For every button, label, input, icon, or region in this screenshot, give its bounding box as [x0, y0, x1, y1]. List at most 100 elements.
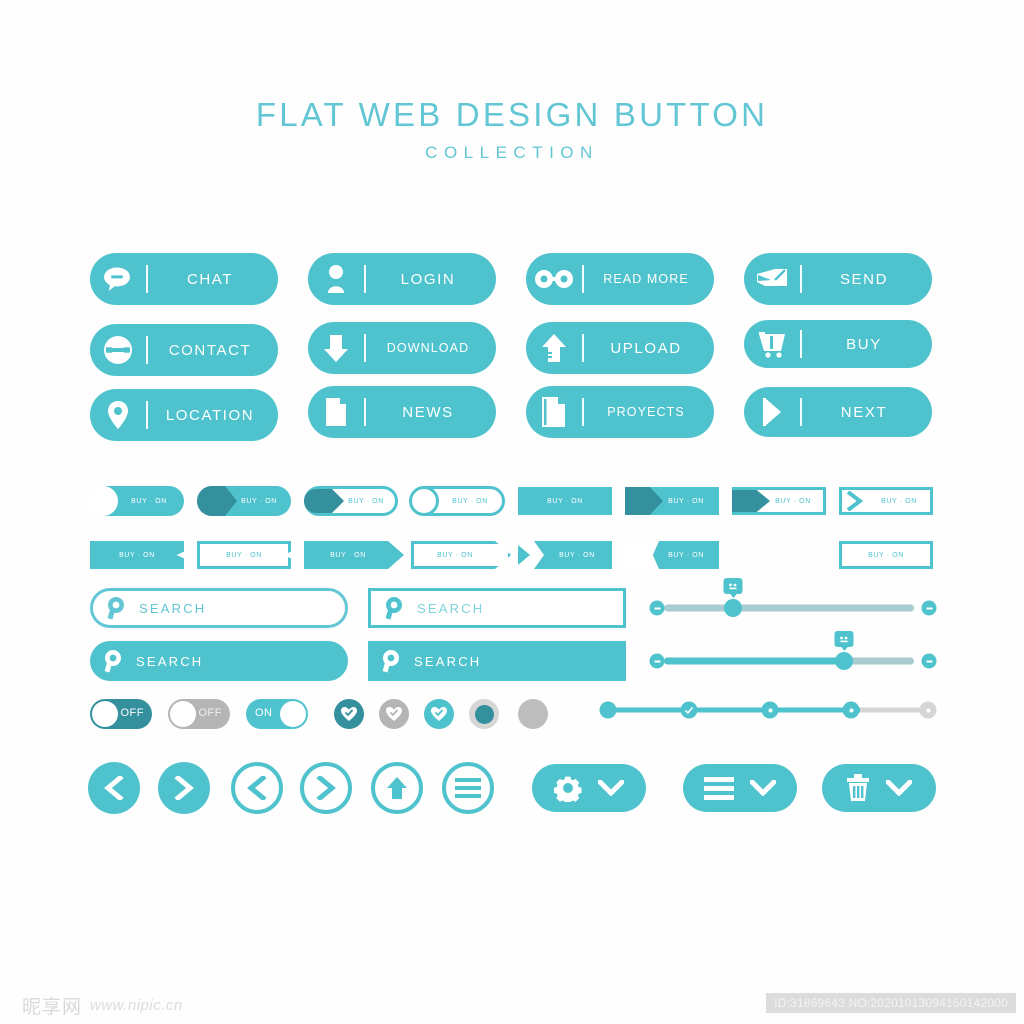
search-input-rounded-outline[interactable]: SEARCH: [90, 588, 348, 628]
chip-label: BUY · ON: [668, 497, 704, 505]
chip-label: BUY · ON: [241, 497, 277, 505]
toggle-off-gray[interactable]: OFF: [168, 699, 230, 729]
arrow-up-icon: [387, 777, 407, 799]
button-location[interactable]: LOCATION: [90, 389, 278, 441]
chevron-right-icon: [846, 491, 864, 511]
chip-rect-inner-white[interactable]: BUY · ON: [839, 541, 933, 569]
chip-rect-arrow-filled[interactable]: BUY · ON: [625, 487, 719, 515]
delete-dropdown-button[interactable]: [822, 764, 936, 812]
chip-rect-arrow-outline[interactable]: BUY · ON: [732, 487, 826, 515]
button-download[interactable]: DOWNLOAD: [308, 322, 496, 374]
watermark-logo-text: 昵享网: [22, 996, 83, 1018]
button-next[interactable]: NEXT: [744, 387, 932, 437]
arrow-down-icon: [308, 322, 364, 374]
stepper-node-4[interactable]: [842, 701, 860, 719]
search-icon: [368, 649, 414, 673]
divider: [800, 330, 802, 358]
map-pin-icon: [90, 389, 146, 441]
prev-button-filled[interactable]: [88, 762, 140, 814]
button-news[interactable]: NEWS: [308, 386, 496, 438]
trash-icon: [847, 774, 869, 801]
button-upload[interactable]: UPLOAD: [526, 322, 714, 374]
toggle-knob: [92, 701, 118, 727]
button-proyects[interactable]: PROYECTS: [526, 386, 714, 438]
chip-rect-notch-outline[interactable]: BUY · ON: [197, 541, 291, 569]
chevron-right-icon: [518, 541, 544, 569]
slider-filled[interactable]: [648, 631, 938, 677]
radio-unselected-gray[interactable]: [518, 699, 548, 729]
search-input-square-outline[interactable]: SEARCH: [368, 588, 626, 628]
page-subtitle: COLLECTION: [425, 142, 599, 162]
chip-rect-notch-filled[interactable]: BUY · ON: [90, 541, 184, 569]
toggle-knob: [280, 701, 306, 727]
empty-dot-icon: [523, 704, 543, 724]
slider-start-handle[interactable]: [649, 653, 665, 669]
stepper-node-2[interactable]: [680, 701, 698, 719]
chip-pill-arrow-filled[interactable]: BUY · ON: [197, 486, 291, 516]
button-contact[interactable]: CONTACT: [90, 324, 278, 376]
toggle-on-teal[interactable]: ON: [246, 699, 308, 729]
heart-check-teal[interactable]: [424, 699, 454, 729]
chip-arrowhead: [304, 489, 344, 513]
chip-pill-arrow-outline[interactable]: BUY · ON: [304, 486, 398, 516]
toggle-label: OFF: [120, 707, 144, 719]
stepper-node-1[interactable]: [599, 701, 617, 719]
next-button-filled[interactable]: [158, 762, 210, 814]
chip-label: BUY · ON: [881, 497, 917, 505]
chip-label: BUY · ON: [868, 551, 904, 559]
slider-unfilled[interactable]: [648, 578, 938, 624]
stepper-node-5[interactable]: [919, 701, 937, 719]
button-label: CHAT: [186, 270, 234, 288]
toggle-label: OFF: [198, 707, 222, 719]
chip-rect-filled[interactable]: BUY · ON: [518, 487, 612, 515]
chip-pill-knob-filled[interactable]: BUY · ON: [88, 486, 184, 516]
button-login[interactable]: LOGIN: [308, 253, 496, 305]
heart-check-icon: [386, 706, 402, 721]
prev-button-outline[interactable]: [231, 762, 283, 814]
divider: [146, 401, 148, 429]
chip-rect-point-filled[interactable]: BUY · ON: [304, 541, 404, 569]
slider-end-handle[interactable]: [921, 653, 937, 669]
radio-selected-teal[interactable]: [469, 699, 499, 729]
chevron-right-icon: [316, 776, 336, 800]
slider-thumb[interactable]: [724, 599, 742, 617]
search-input-rounded-filled[interactable]: SEARCH: [90, 641, 348, 681]
settings-dropdown-button[interactable]: [532, 764, 646, 812]
button-label: READ MORE: [603, 272, 689, 286]
divider: [582, 398, 584, 426]
stepper-node-3[interactable]: [761, 701, 779, 719]
slider-thumb[interactable]: [835, 652, 853, 670]
progress-stepper[interactable]: [598, 698, 937, 722]
heart-check-icon: [431, 706, 447, 721]
chip-label: BUY · ON: [330, 551, 366, 559]
chip-rect-chevron-outline[interactable]: BUY · ON: [839, 487, 933, 515]
button-read-more[interactable]: READ MORE: [526, 253, 714, 305]
heart-check-gray[interactable]: [379, 699, 409, 729]
button-buy[interactable]: BUY: [744, 320, 932, 368]
chip-pill-knob-outline[interactable]: BUY · ON: [409, 486, 505, 516]
slider-end-handle[interactable]: [921, 600, 937, 616]
chip-rect-inner-notch-outline[interactable]: BUY · ON: [625, 541, 719, 569]
user-icon: [308, 253, 364, 305]
up-button-outline[interactable]: [371, 762, 423, 814]
search-placeholder: SEARCH: [139, 600, 207, 616]
slider-start-handle[interactable]: [649, 600, 665, 616]
button-send[interactable]: SEND: [744, 253, 932, 305]
next-button-outline[interactable]: [300, 762, 352, 814]
search-icon: [93, 596, 139, 620]
watermark-url: www.nipic.cn: [90, 997, 183, 1014]
menu-dropdown-button[interactable]: [683, 764, 797, 812]
divider: [800, 265, 802, 293]
divider: [364, 398, 366, 426]
arrow-up-icon: [526, 322, 582, 374]
shopping-cart-icon: [744, 320, 800, 368]
chip-label: BUY · ON: [437, 551, 473, 559]
chip-rect-point-outline[interactable]: BUY · ON: [411, 541, 511, 569]
search-input-square-filled[interactable]: SEARCH: [368, 641, 626, 681]
chip-rect-inner-chevron-filled[interactable]: BUY · ON: [518, 541, 612, 569]
search-icon: [90, 649, 136, 673]
list-button-outline[interactable]: [442, 762, 494, 814]
heart-check-dark[interactable]: [334, 699, 364, 729]
button-chat[interactable]: CHAT: [90, 253, 278, 305]
toggle-off-dark[interactable]: OFF: [90, 699, 152, 729]
